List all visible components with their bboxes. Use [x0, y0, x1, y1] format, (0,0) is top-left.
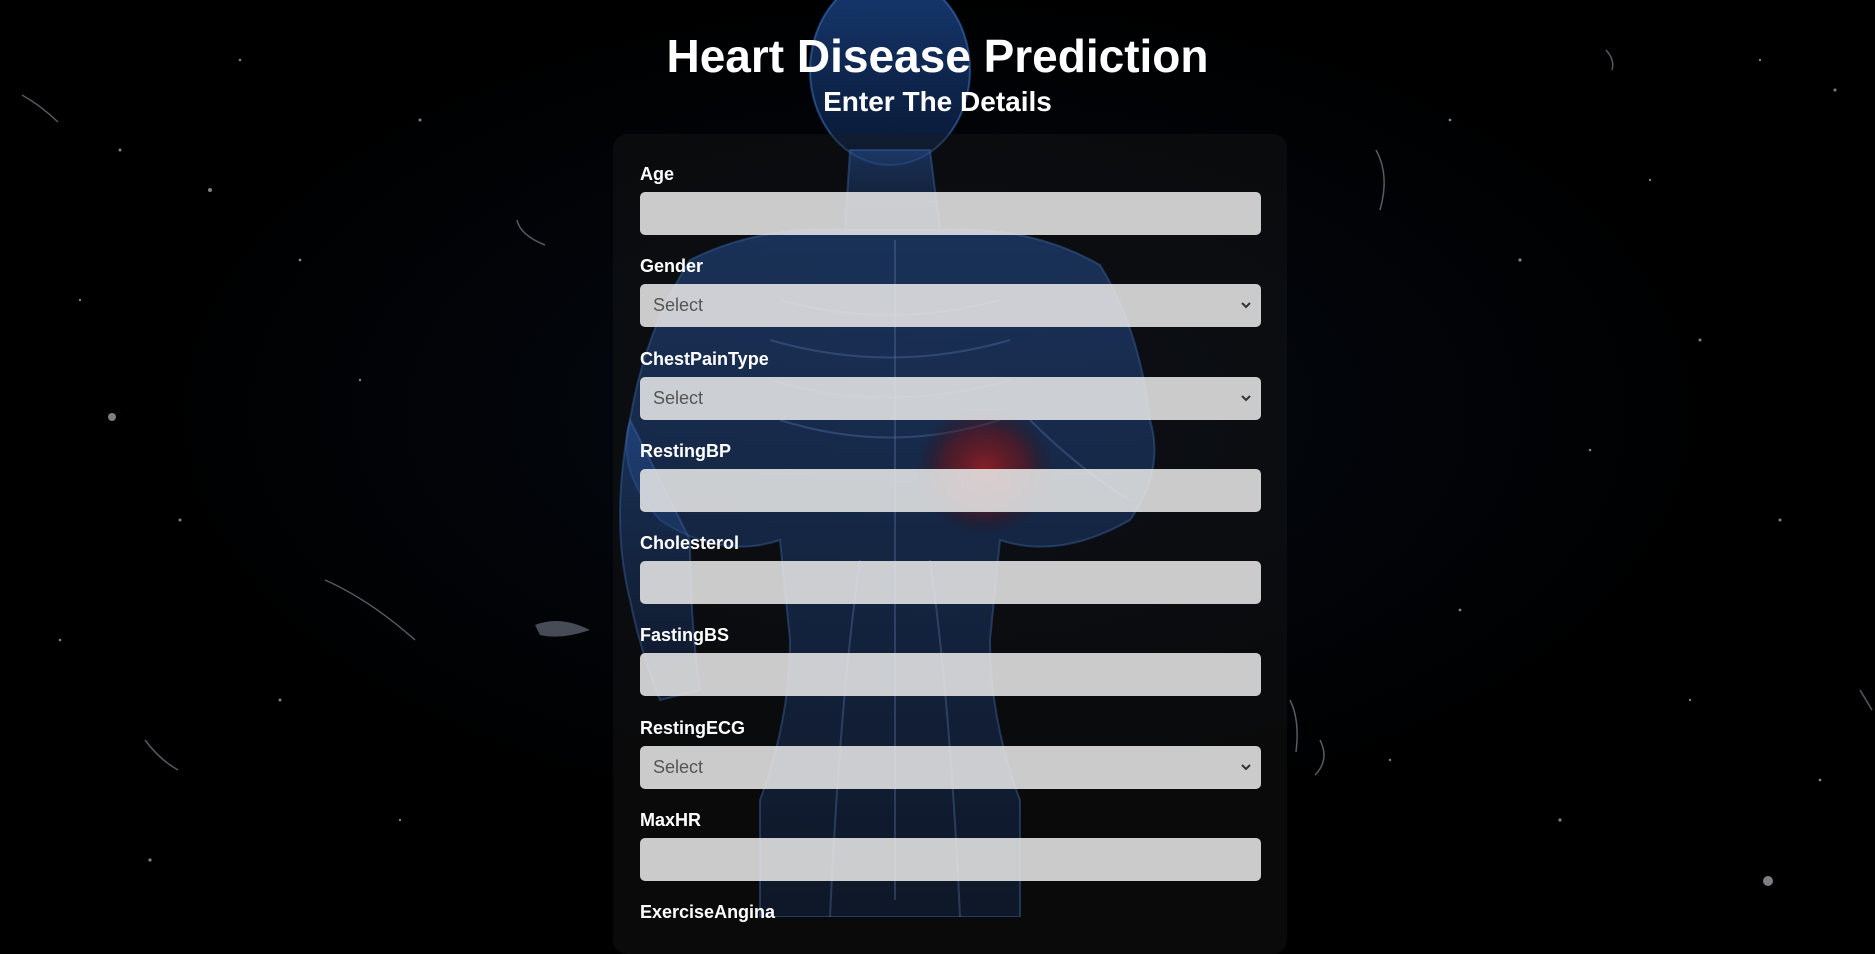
gender-select[interactable]: Select [640, 284, 1261, 327]
select-value: Select [653, 295, 704, 315]
chevron-down-icon [1241, 395, 1251, 402]
field-chestpaintype: ChestPainType Select [640, 349, 1261, 420]
field-gender: Gender Select [640, 256, 1261, 327]
field-maxhr: MaxHR [640, 810, 1261, 881]
select-value: Select [653, 757, 704, 777]
field-label: Age [640, 164, 675, 184]
field-label: RestingECG [640, 718, 746, 738]
chevron-down-icon [1241, 764, 1251, 771]
cholesterol-input[interactable] [640, 561, 1261, 604]
field-cholesterol: Cholesterol [640, 533, 1261, 604]
prediction-form: Age Gender Select ChestPainType Select R… [613, 134, 1287, 954]
field-label: RestingBP [640, 441, 732, 461]
restingbp-input[interactable] [640, 469, 1261, 512]
chevron-down-icon [1241, 302, 1251, 309]
field-label: Gender [640, 256, 704, 276]
field-exerciseangina: ExerciseAngina [640, 902, 1261, 930]
field-fastingbs: FastingBS [640, 625, 1261, 696]
age-input[interactable] [640, 192, 1261, 235]
field-restingecg: RestingECG Select [640, 718, 1261, 789]
field-label: FastingBS [640, 625, 730, 645]
maxhr-input[interactable] [640, 838, 1261, 881]
page-title: Heart Disease Prediction [666, 30, 1209, 82]
field-label: ChestPainType [640, 349, 769, 369]
field-label: Cholesterol [640, 533, 740, 553]
fastingbs-input[interactable] [640, 653, 1261, 696]
field-label: MaxHR [640, 810, 702, 830]
page-header: Heart Disease Prediction Enter The Detai… [0, 0, 1875, 120]
page-subtitle: Enter The Details [823, 86, 1052, 117]
select-value: Select [653, 388, 704, 408]
chestpaintype-select[interactable]: Select [640, 377, 1261, 420]
restingecg-select[interactable]: Select [640, 746, 1261, 789]
field-restingbp: RestingBP [640, 441, 1261, 512]
field-label: ExerciseAngina [640, 902, 776, 922]
field-age: Age [640, 164, 1261, 235]
